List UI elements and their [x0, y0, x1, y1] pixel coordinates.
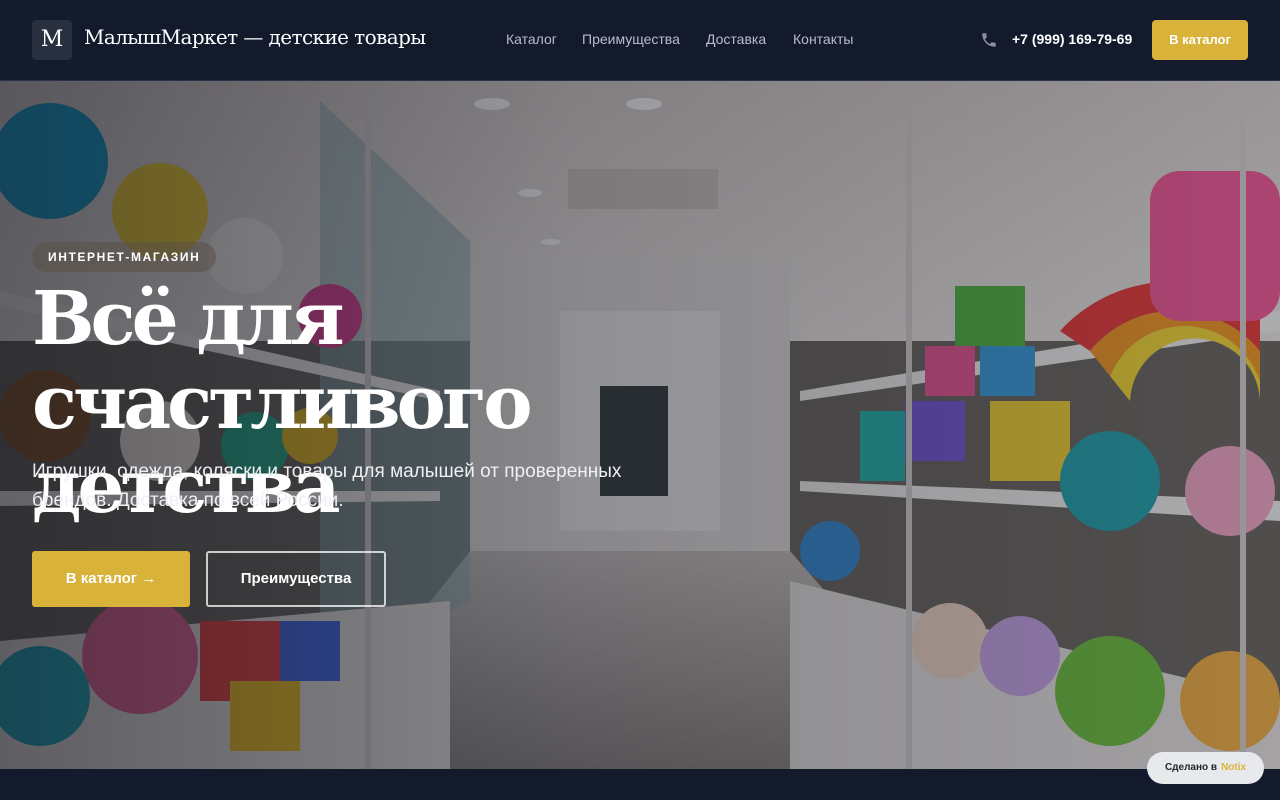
- hero-subtitle-line-2: брендов. Доставка по всей России.: [32, 490, 344, 511]
- hero-advantages-button[interactable]: Преимущества: [206, 551, 386, 607]
- made-with-label: Сделано в: [1164, 762, 1218, 773]
- next-section-strip: [0, 769, 1280, 800]
- hero-section: ИНТЕРНЕТ-МАГАЗИН Всё для счастливого дет…: [0, 81, 1280, 769]
- header-catalog-button[interactable]: В каталог: [1152, 20, 1248, 60]
- nav-link-delivery[interactable]: Доставка: [706, 31, 766, 47]
- phone-number-link[interactable]: +7 (999) 169-79-69: [1012, 31, 1132, 47]
- made-with-brand: Notix: [1221, 762, 1247, 773]
- hero-catalog-button[interactable]: В каталог →: [32, 551, 190, 607]
- nav-link-catalog[interactable]: Каталог: [506, 31, 557, 47]
- nav-link-contacts[interactable]: Контакты: [793, 31, 853, 47]
- made-with-badge[interactable]: Сделано в Notix: [1147, 752, 1264, 784]
- nav-link-advantages[interactable]: Преимущества: [582, 31, 680, 47]
- brand-name[interactable]: МалышМаркет — детские товары: [84, 25, 426, 49]
- site-header: M МалышМаркет — детские товары Каталог П…: [0, 0, 1280, 81]
- hero-subtitle-line-1: Игрушки, одежда, коляски и товары для ма…: [32, 461, 622, 482]
- logo-icon[interactable]: M: [32, 20, 72, 60]
- hero-badge: ИНТЕРНЕТ-МАГАЗИН: [32, 242, 217, 272]
- hero-subtitle: Игрушки, одежда, коляски и товары для ма…: [32, 457, 672, 515]
- phone-icon: [982, 33, 996, 47]
- hero-title-line-1: Всё для счастливого: [32, 276, 533, 446]
- hero-content: ИНТЕРНЕТ-МАГАЗИН Всё для счастливого дет…: [0, 81, 1280, 769]
